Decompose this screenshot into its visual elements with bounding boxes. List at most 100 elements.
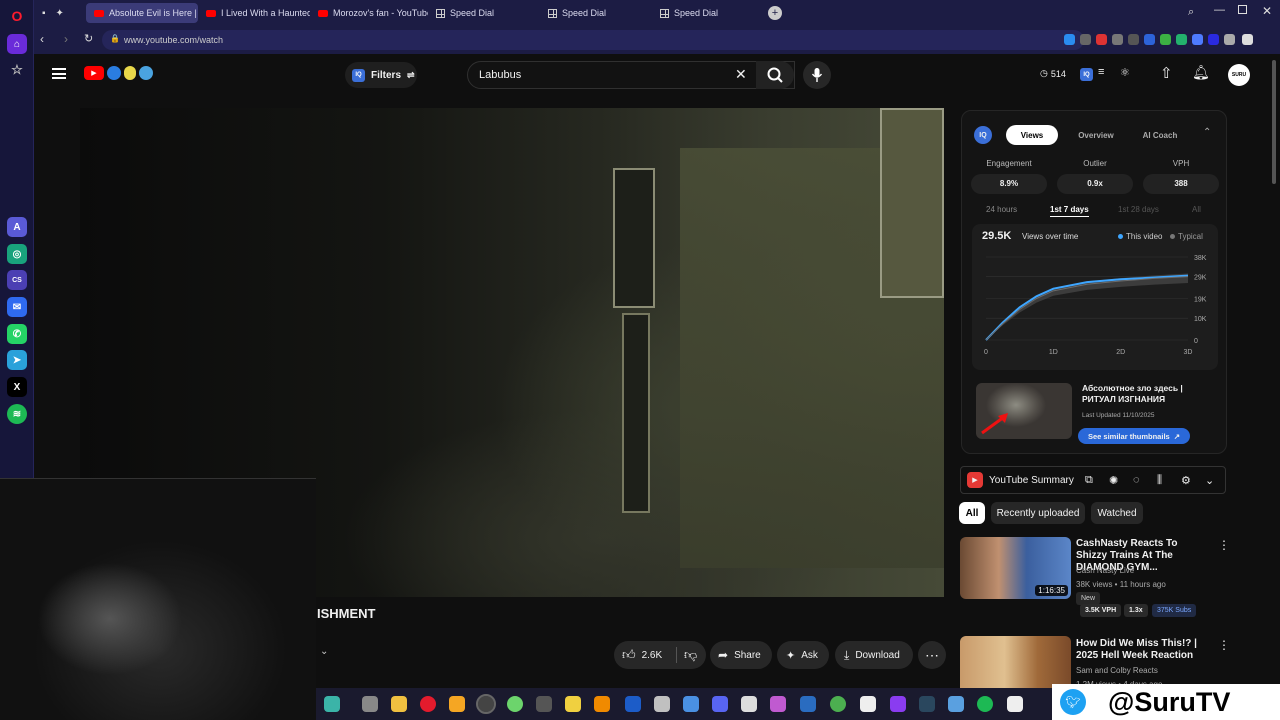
taskbar-widget-icon[interactable] [324,696,340,712]
new-tab-button[interactable]: + [768,6,782,20]
extension-7-icon[interactable] [1160,34,1171,45]
taskbar-app4-icon[interactable] [800,696,816,712]
taskbar-app3-icon[interactable] [770,696,786,712]
recommendation-more-icon[interactable]: ⋮ [1218,638,1230,652]
summary-chevron-icon[interactable]: ⌄ [1205,474,1214,487]
extensions-icon[interactable]: ✦ [56,8,64,19]
like-button[interactable]: 👍︎ 2.6K 👎︎ [614,641,706,669]
tab-speed-dial-2[interactable]: Speed Dial [540,3,652,23]
recommendation-channel[interactable]: Cash Nasty Live [1076,566,1134,575]
taskbar-capcut-icon[interactable] [860,696,876,712]
summary-waveform-icon[interactable]: ⫼ [1157,474,1162,487]
video-thumbnail[interactable] [976,383,1072,439]
extension-6-icon[interactable] [1144,34,1155,45]
extension-8-icon[interactable] [1176,34,1187,45]
forward-button[interactable]: › [64,32,68,46]
clear-search-icon[interactable]: ✕ [735,66,747,83]
download-button[interactable]: ⤓ Download [835,641,913,669]
range-1st-7-days[interactable]: 1st 7 days [1050,205,1089,217]
recommendation-title[interactable]: How Did We Miss This!? | 2025 Hell Week … [1076,638,1211,662]
list-icon[interactable]: ≡ [1098,66,1104,78]
expand-chevron-icon[interactable]: ⌄ [320,646,328,657]
workspace-icon[interactable]: ▪ [42,8,46,19]
extension-5-icon[interactable] [1128,34,1139,45]
tab-ai-coach[interactable]: AI Coach [1132,125,1188,145]
taskbar-obs-icon[interactable] [476,694,496,714]
more-actions-button[interactable]: ⋯ [918,641,946,669]
chip-all[interactable]: All [959,502,985,524]
home-icon[interactable]: ⌂ [7,34,27,54]
share-button[interactable]: ➦ Share [710,641,772,669]
taskbar-chrome-icon[interactable] [683,696,699,712]
back-button[interactable]: ‹ [40,32,44,46]
recommendation-thumbnail[interactable] [960,636,1071,688]
watch-time-counter[interactable]: ◷ 514 [1040,68,1066,79]
page-scrollbar[interactable] [1272,60,1276,184]
range-1st-28-days[interactable]: 1st 28 days [1118,205,1159,214]
filters-button[interactable]: IQ Filters ⇌ [345,62,417,88]
cs-icon[interactable]: CS [7,270,27,290]
tab-haunted[interactable]: I Lived With a Haunted Do [198,3,310,23]
collapse-chevron-icon[interactable]: ⌃ [1203,127,1211,138]
voice-search-button[interactable] [803,61,831,89]
see-similar-thumbnails-button[interactable]: See similar thumbnails ↗ [1078,428,1190,444]
extension-1-icon[interactable] [1064,34,1075,45]
search-button[interactable] [756,61,794,89]
taskbar-opera-icon[interactable] [420,696,436,712]
taskbar-explorer-icon[interactable] [391,696,407,712]
close-window-button[interactable]: ✕ [1262,4,1272,18]
tab-morozov[interactable]: Morozov's fan - YouTube [310,3,428,23]
opera-logo-icon[interactable]: O [7,6,27,26]
recommendation-thumbnail[interactable]: 1:16:35 [960,537,1071,599]
thumbs-down-icon[interactable]: 👎︎ [684,647,697,663]
tab-speed-dial-1[interactable]: Speed Dial [428,3,540,23]
reload-button[interactable]: ↻ [84,32,93,45]
chatgpt-icon[interactable]: ◎ [7,244,27,264]
extension-2-icon[interactable] [1080,34,1091,45]
iq-extension-icon[interactable]: IQ [1080,68,1093,81]
summary-openai-icon[interactable]: ✺ [1109,474,1118,487]
summary-copy-icon[interactable]: ⧉ [1085,474,1093,487]
taskbar-live-icon[interactable] [625,696,641,712]
range-24-hours[interactable]: 24 hours [986,205,1017,214]
taskbar-steam-icon[interactable] [919,696,935,712]
extension-10-icon[interactable] [1208,34,1219,45]
chip-watched[interactable]: Watched [1091,502,1143,524]
messenger-icon[interactable]: ✉ [7,297,27,317]
taskbar-bolt-icon[interactable] [449,696,465,712]
taskbar-app8-icon[interactable] [1007,696,1023,712]
spotify-icon[interactable]: ≋ [7,404,27,424]
taskbar-app7-icon[interactable] [948,696,964,712]
minimize-button[interactable]: — [1214,4,1225,16]
notifications-icon[interactable]: 🔔︎ [1192,64,1210,81]
taskbar-discord-icon[interactable] [712,696,728,712]
chip-recently-uploaded[interactable]: Recently uploaded [991,502,1085,524]
taskbar-app-icon[interactable] [536,696,552,712]
tab-absolute-evil[interactable]: Absolute Evil is Here | R [86,3,198,23]
extension-3-icon[interactable] [1096,34,1107,45]
upload-icon[interactable]: ⇧ [1160,64,1173,82]
tab-overview[interactable]: Overview [1068,125,1124,145]
menu-icon[interactable] [52,68,66,79]
search-tabs-icon[interactable]: ⌕ [1188,6,1194,19]
summary-settings-icon[interactable]: ⚙ [1181,474,1191,487]
sparkle-icon[interactable]: ⚛ [1120,66,1130,79]
taskbar-mail-icon[interactable] [565,696,581,712]
x-icon[interactable]: X [7,377,27,397]
ask-button[interactable]: ✦ Ask [777,641,829,669]
taskbar-spotify-icon[interactable] [977,696,993,712]
youtube-summary-bar[interactable]: ▶ YouTube Summary ⧉ ✺ ◌ ⫼ ⚙ ⌄ [960,466,1226,494]
star-icon[interactable]: ☆ [7,60,27,80]
maximize-button[interactable] [1238,5,1247,14]
taskbar-start-icon[interactable] [362,696,378,712]
summary-chat-icon[interactable]: ◌ [1133,474,1140,486]
tab-speed-dial-3[interactable]: Speed Dial [652,3,764,23]
taskbar-app5-icon[interactable] [830,696,846,712]
whatsapp-icon[interactable]: ✆ [7,324,27,344]
url-field[interactable]: 🔒 www.youtube.com/watch [102,30,1084,50]
taskbar-chat-icon[interactable] [507,696,523,712]
taskbar-app2-icon[interactable] [741,696,757,712]
extension-12-icon[interactable] [1242,34,1253,45]
avatar[interactable]: SURU [1228,64,1250,86]
youtube-logo[interactable]: ▶ [84,66,153,80]
